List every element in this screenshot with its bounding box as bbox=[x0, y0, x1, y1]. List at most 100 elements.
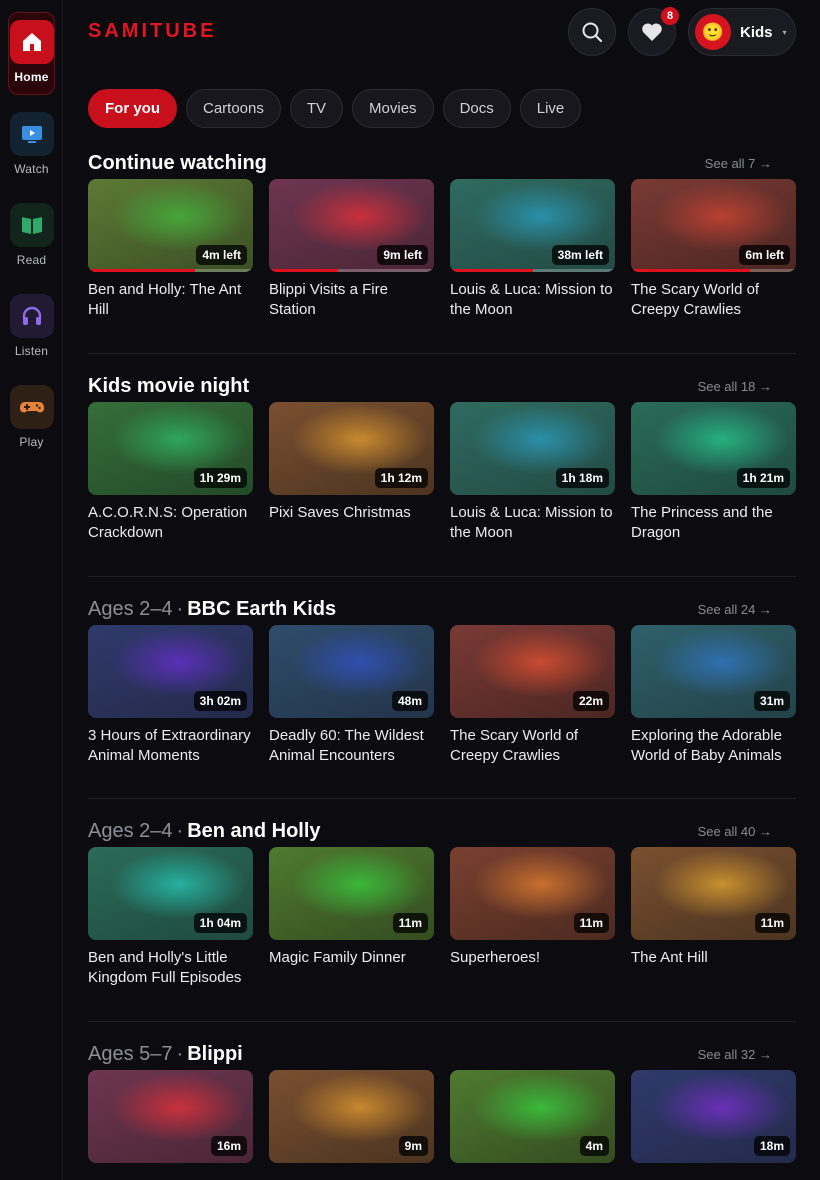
video-card[interactable]: 1h 21m The Princess and the Dragon bbox=[631, 402, 796, 543]
sidebar-nav: Home Watch Read Listen Play bbox=[0, 0, 63, 1180]
video-card[interactable]: 9m left Blippi Visits a Fire Station bbox=[269, 179, 434, 320]
video-card[interactable]: 1h 04m Ben and Holly's Little Kingdom Ful… bbox=[88, 847, 253, 988]
video-title[interactable]: Exploring the Adorable World of Baby Ani… bbox=[631, 726, 796, 766]
video-title[interactable]: Blippi Visits a Fire Station bbox=[269, 280, 434, 320]
tab-for-you[interactable]: For you bbox=[88, 89, 177, 128]
section-divider bbox=[88, 576, 796, 577]
video-thumbnail[interactable]: 3h 02m bbox=[88, 625, 253, 718]
video-card[interactable]: 18m bbox=[631, 1070, 796, 1163]
video-card[interactable]: 4m left Ben and Holly: The Ant Hill bbox=[88, 179, 253, 320]
sidebar-item-listen[interactable]: Listen bbox=[0, 294, 63, 358]
video-card[interactable]: 48m Deadly 60: The Wildest Animal Encount… bbox=[269, 625, 434, 766]
video-title[interactable]: Ben and Holly's Little Kingdom Full Epis… bbox=[88, 948, 253, 988]
duration-badge: 6m left bbox=[739, 245, 790, 265]
card-row: 1h 04m Ben and Holly's Little Kingdom Ful… bbox=[88, 847, 796, 988]
video-title[interactable]: Magic Family Dinner bbox=[269, 948, 434, 968]
video-card[interactable]: 11m Magic Family Dinner bbox=[269, 847, 434, 988]
duration-badge: 3h 02m bbox=[193, 691, 247, 711]
profile-switcher[interactable]: 🙂 Kids ▾ bbox=[688, 8, 796, 56]
section-header: Kids movie night See all 18 → bbox=[88, 375, 796, 405]
section-age-label: Ages 2–4 bbox=[88, 598, 173, 620]
tv-icon bbox=[9, 112, 54, 156]
sidebar-item-label: Listen bbox=[14, 344, 49, 358]
tab-cartoons[interactable]: Cartoons bbox=[186, 89, 281, 128]
content-section: Continue watching See all 7 → 4m left Ben… bbox=[88, 152, 796, 318]
video-title[interactable]: The Princess and the Dragon bbox=[631, 503, 796, 543]
see-all-link[interactable]: See all 32 → bbox=[698, 1047, 772, 1062]
tab-live[interactable]: Live bbox=[519, 89, 582, 128]
video-title[interactable]: The Scary World of Creepy Crawlies bbox=[631, 280, 796, 320]
tab-movies[interactable]: Movies bbox=[352, 89, 434, 128]
duration-badge: 11m bbox=[392, 913, 428, 933]
video-card[interactable]: 1h 29m A.C.O.R.N.S: Operation Crackdown bbox=[88, 402, 253, 543]
video-card[interactable]: 1h 12m Pixi Saves Christmas bbox=[269, 402, 434, 543]
video-thumbnail[interactable]: 6m left bbox=[631, 179, 796, 272]
see-all-link[interactable]: See all 18 → bbox=[698, 379, 772, 394]
video-thumbnail[interactable]: 16m bbox=[88, 1070, 253, 1163]
video-thumbnail[interactable]: 22m bbox=[450, 625, 615, 718]
video-thumbnail[interactable]: 11m bbox=[631, 847, 796, 940]
video-card[interactable]: 11m Superheroes! bbox=[450, 847, 615, 988]
video-title[interactable]: The Ant Hill bbox=[631, 948, 796, 968]
video-card[interactable]: 38m left Louis & Luca: Mission to the Mo… bbox=[450, 179, 615, 320]
see-all-link[interactable]: See all 7 → bbox=[705, 156, 772, 171]
video-thumbnail[interactable]: 31m bbox=[631, 625, 796, 718]
video-thumbnail[interactable]: 11m bbox=[269, 847, 434, 940]
video-title[interactable]: Ben and Holly: The Ant Hill bbox=[88, 280, 253, 320]
video-card[interactable]: 16m bbox=[88, 1070, 253, 1163]
sidebar-item-home[interactable]: Home bbox=[8, 12, 55, 95]
duration-badge: 38m left bbox=[551, 245, 609, 265]
video-thumbnail[interactable]: 18m bbox=[631, 1070, 796, 1163]
sidebar-item-read[interactable]: Read bbox=[0, 203, 63, 267]
video-thumbnail[interactable]: 1h 29m bbox=[88, 402, 253, 495]
see-all-link[interactable]: See all 40 → bbox=[698, 824, 772, 839]
video-card[interactable]: 3h 02m 3 Hours of Extraordinary Animal Mo… bbox=[88, 625, 253, 766]
video-card[interactable]: 4m bbox=[450, 1070, 615, 1163]
video-thumbnail[interactable]: 38m left bbox=[450, 179, 615, 272]
video-thumbnail[interactable]: 11m bbox=[450, 847, 615, 940]
video-card[interactable]: 22m The Scary World of Creepy Crawlies bbox=[450, 625, 615, 766]
video-thumbnail[interactable]: 4m left bbox=[88, 179, 253, 272]
video-title[interactable]: Deadly 60: The Wildest Animal Encounters bbox=[269, 726, 434, 766]
video-thumbnail[interactable]: 9m bbox=[269, 1070, 434, 1163]
video-title[interactable]: Louis & Luca: Mission to the Moon bbox=[450, 503, 615, 543]
heart-icon bbox=[642, 23, 662, 41]
video-title[interactable]: 3 Hours of Extraordinary Animal Moments bbox=[88, 726, 253, 766]
search-button[interactable] bbox=[568, 8, 616, 56]
video-card[interactable]: 31m Exploring the Adorable World of Baby … bbox=[631, 625, 796, 766]
tab-docs[interactable]: Docs bbox=[442, 89, 511, 128]
video-thumbnail[interactable]: 1h 12m bbox=[269, 402, 434, 495]
video-thumbnail[interactable]: 9m left bbox=[269, 179, 434, 272]
see-all-link[interactable]: See all 24 → bbox=[698, 602, 772, 617]
duration-badge: 1h 21m bbox=[736, 468, 790, 488]
section-title: Kids movie night bbox=[88, 375, 250, 397]
video-card[interactable]: 1h 18m Louis & Luca: Mission to the Moon bbox=[450, 402, 615, 543]
favorites-count-badge: 8 bbox=[661, 7, 679, 25]
video-thumbnail[interactable]: 1h 21m bbox=[631, 402, 796, 495]
video-title[interactable]: Superheroes! bbox=[450, 948, 615, 968]
video-thumbnail[interactable]: 1h 18m bbox=[450, 402, 615, 495]
brand-logo[interactable]: SAMITUBE bbox=[88, 20, 216, 43]
favorites-button[interactable]: 8 bbox=[628, 7, 679, 56]
duration-badge: 9m left bbox=[377, 245, 428, 265]
video-thumbnail[interactable]: 48m bbox=[269, 625, 434, 718]
book-icon bbox=[9, 203, 54, 247]
section-title: Blippi bbox=[187, 1043, 243, 1065]
section-age-label: Ages 5–7 bbox=[88, 1043, 173, 1065]
video-card[interactable]: 9m bbox=[269, 1070, 434, 1163]
video-thumbnail[interactable]: 4m bbox=[450, 1070, 615, 1163]
search-icon bbox=[582, 22, 603, 43]
tab-tv[interactable]: TV bbox=[289, 89, 344, 128]
video-thumbnail[interactable]: 1h 04m bbox=[88, 847, 253, 940]
sidebar-item-play[interactable]: Play bbox=[0, 385, 63, 449]
video-card[interactable]: 11m The Ant Hill bbox=[631, 847, 796, 988]
duration-badge: 4m left bbox=[196, 245, 247, 265]
sidebar-item-label: Watch bbox=[14, 162, 49, 176]
video-title[interactable]: Pixi Saves Christmas bbox=[269, 503, 434, 523]
video-title[interactable]: A.C.O.R.N.S: Operation Crackdown bbox=[88, 503, 253, 543]
sidebar-item-watch[interactable]: Watch bbox=[0, 112, 63, 176]
video-title[interactable]: Louis & Luca: Mission to the Moon bbox=[450, 280, 615, 320]
watch-progress-bar bbox=[269, 269, 339, 272]
video-card[interactable]: 6m left The Scary World of Creepy Crawli… bbox=[631, 179, 796, 320]
video-title[interactable]: The Scary World of Creepy Crawlies bbox=[450, 726, 615, 766]
